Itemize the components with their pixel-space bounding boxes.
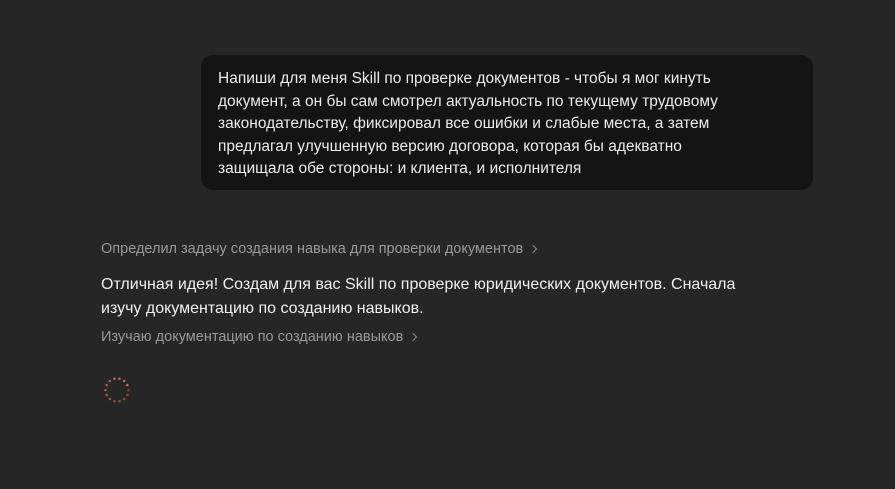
assistant-message-text: Отличная идея! Создам для вас Skill по п…	[101, 276, 736, 317]
chat-view: Напиши для меня Skill по проверке докуме…	[0, 0, 895, 489]
spinner-dot	[122, 379, 126, 383]
spinner-dot	[127, 388, 130, 392]
spinner-dot	[126, 383, 129, 387]
thinking-step-label: Определил задачу создания навыка для про…	[101, 241, 524, 257]
loading-spinner-icon	[104, 377, 130, 403]
thinking-step-reading-docs[interactable]: Изучаю документацию по созданию навыков	[101, 329, 418, 345]
spinner-dot	[105, 393, 108, 397]
spinner-dot	[113, 399, 116, 403]
chevron-right-icon	[528, 244, 538, 254]
spinner-dot	[113, 377, 116, 381]
spinner-dot	[108, 379, 112, 383]
thinking-step-label: Изучаю документацию по созданию навыков	[101, 329, 404, 345]
spinner-dot	[118, 377, 121, 381]
chevron-right-icon	[409, 332, 418, 342]
thinking-step-task-defined[interactable]: Определил задачу создания навыка для про…	[101, 241, 538, 257]
spinner-dot	[108, 397, 112, 401]
user-message-bubble: Напиши для меня Skill по проверке докуме…	[201, 55, 813, 190]
spinner-dot	[104, 388, 107, 392]
spinner-dot	[122, 397, 126, 401]
user-message-text: Напиши для меня Skill по проверке докуме…	[218, 70, 718, 178]
spinner-dot	[118, 399, 121, 403]
spinner-dot	[105, 383, 108, 387]
spinner-dot	[126, 393, 129, 397]
